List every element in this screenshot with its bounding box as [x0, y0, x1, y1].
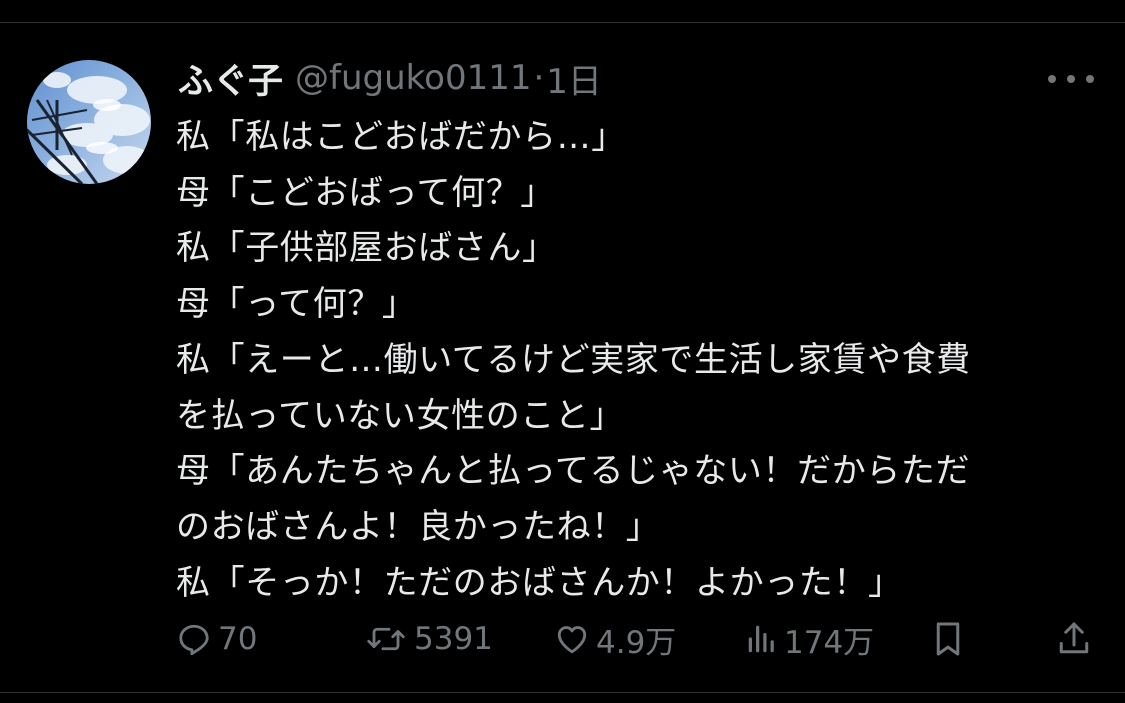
share-button[interactable] — [1056, 617, 1092, 661]
more-dot — [1067, 75, 1075, 83]
bookmark-icon — [936, 622, 960, 656]
tweet-line: 私「そっか！ただのおばさんか！よかった！」 — [176, 562, 903, 603]
user-handle[interactable]: @fuguko0111 — [295, 58, 531, 98]
heart-icon — [557, 626, 587, 654]
avatar[interactable] — [27, 60, 151, 184]
retweet-count: 5391 — [414, 621, 493, 657]
reply-button[interactable]: 70 — [176, 617, 257, 661]
tweet-text: 私「私はこどおばだから…」 母「こどおばって何？」 私「子供部屋おばさん」 母「… — [176, 110, 1096, 611]
action-bar: 70 5391 4.9万 174万 — [176, 617, 1096, 661]
tweet-line: 母「あんたちゃんと払ってるじゃない！だからただ — [176, 451, 971, 492]
more-dot — [1086, 75, 1094, 83]
like-button[interactable]: 4.9万 — [554, 617, 676, 661]
tweet-line: 母「って何？」 — [176, 284, 417, 325]
tweet-line: 私「えーと…働いてるけど実家で生活し家賃や食費 — [176, 339, 971, 380]
timestamp[interactable]: 1日 — [546, 54, 602, 103]
tweet-line: 私「私はこどおばだから…」 — [176, 117, 626, 157]
sky-photo-avatar-image — [27, 60, 151, 184]
views-count: 174万 — [784, 624, 875, 661]
tweet-line: を払っていない女性のこと」 — [176, 395, 625, 436]
share-icon — [1059, 622, 1089, 654]
bookmark-button[interactable] — [930, 617, 966, 661]
tweet-header: ふぐ子 @fuguko0111 · 1日 — [178, 53, 602, 103]
display-name[interactable]: ふぐ子 — [178, 53, 283, 104]
separator-dot: · — [533, 58, 545, 98]
tweet-line: 母「こどおばって何？」 — [176, 172, 555, 213]
bottom-divider — [0, 692, 1125, 693]
retweet-button[interactable]: 5391 — [364, 617, 493, 661]
tweet-line: のおばさんよ！良かったね！」 — [176, 506, 661, 547]
reply-count: 70 — [218, 621, 258, 657]
tweet-line: 私「子供部屋おばさん」 — [176, 228, 557, 269]
retweet-icon — [367, 627, 405, 651]
more-dot — [1048, 75, 1056, 83]
tweet[interactable]: ふぐ子 @fuguko0111 · 1日 私「私はこどおばだから…」 母「こどお… — [0, 23, 1125, 692]
views-chart-icon — [748, 625, 774, 653]
reply-icon — [179, 624, 209, 656]
more-horizontal-icon[interactable] — [1048, 65, 1094, 93]
like-count: 4.9万 — [596, 624, 677, 661]
views-button[interactable]: 174万 — [746, 617, 874, 661]
